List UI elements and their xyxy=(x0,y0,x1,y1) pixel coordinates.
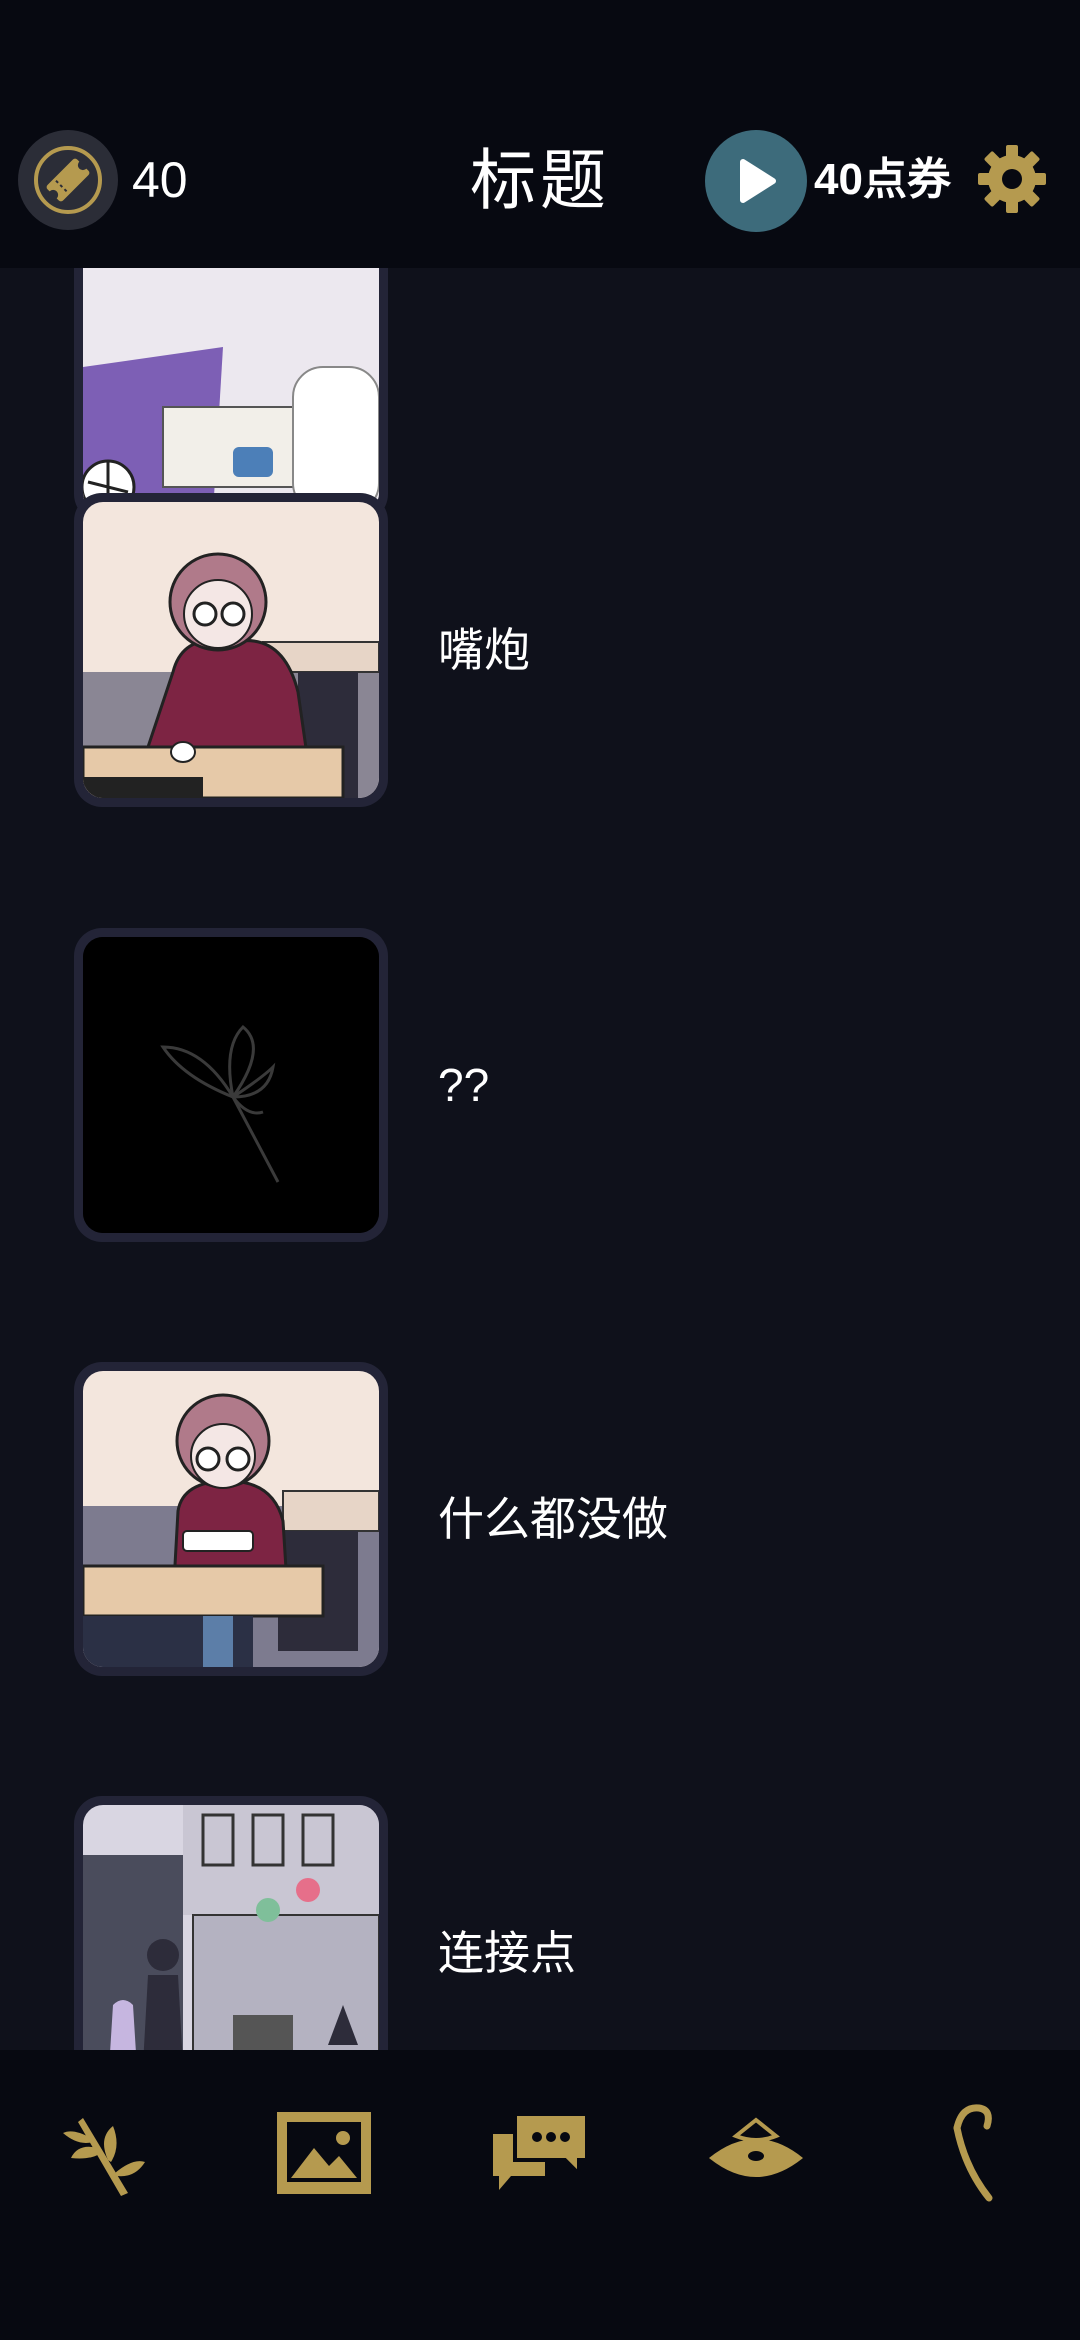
top-bar: 40 标题 40点券 xyxy=(0,0,1080,268)
gallery-icon[interactable] xyxy=(269,2098,379,2208)
play-icon xyxy=(740,159,776,203)
chat-icon[interactable] xyxy=(485,2098,595,2208)
play-ad-button[interactable] xyxy=(705,130,807,232)
episode-list[interactable]: 嘴炮 ?? 什么都没做 连接点 xyxy=(0,268,1080,2050)
episode-thumbnail[interactable] xyxy=(74,268,388,522)
points-label: 40点券 xyxy=(814,155,951,204)
episode-title: ?? xyxy=(438,1059,490,1111)
hat-icon[interactable] xyxy=(701,2098,811,2208)
episode-title: 什么都没做 xyxy=(438,1493,668,1545)
settings-gear-icon[interactable] xyxy=(976,143,1048,215)
episode-title: 嘴炮 xyxy=(438,624,530,676)
episode-thumbnail[interactable] xyxy=(74,1362,388,1676)
episode-title: 连接点 xyxy=(438,1927,576,1979)
cane-icon[interactable] xyxy=(917,2098,1027,2208)
episode-thumbnail[interactable] xyxy=(74,1796,388,2050)
branch-icon[interactable] xyxy=(53,2098,163,2208)
episode-thumbnail[interactable] xyxy=(74,493,388,807)
episode-thumbnail[interactable] xyxy=(74,928,388,1242)
